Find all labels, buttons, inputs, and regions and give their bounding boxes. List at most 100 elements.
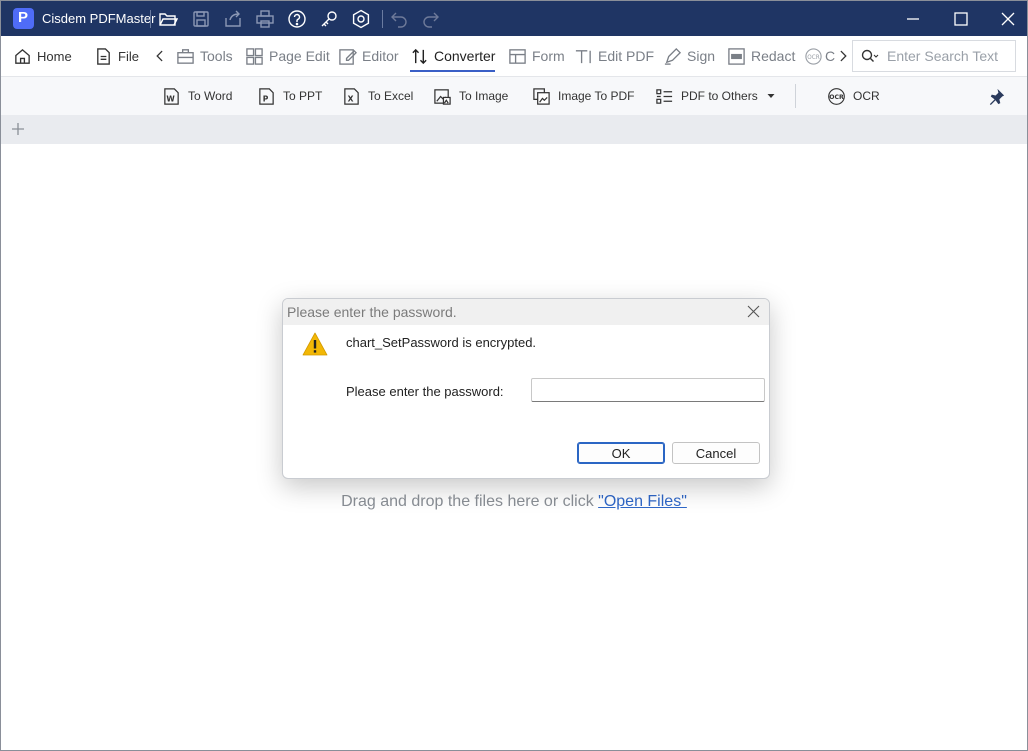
pin-toolbar-button[interactable] bbox=[987, 77, 1006, 115]
password-input[interactable] bbox=[531, 378, 765, 402]
tab-edit-pdf-label: Edit PDF bbox=[598, 48, 655, 64]
document-tab-strip bbox=[1, 115, 1027, 144]
toolbar-separator bbox=[795, 84, 796, 108]
dialog-close-icon[interactable] bbox=[746, 304, 761, 319]
to-excel-label: To Excel bbox=[368, 89, 414, 103]
tab-page-edit-label: Page Edit bbox=[269, 48, 330, 64]
dialog-header: Please enter the password. bbox=[283, 299, 769, 325]
svg-text:P: P bbox=[263, 94, 269, 103]
open-files-link[interactable]: "Open Files" bbox=[598, 493, 687, 510]
signature-pen-icon bbox=[664, 47, 682, 65]
print-icon[interactable] bbox=[255, 9, 275, 29]
to-image-label: To Image bbox=[459, 89, 509, 103]
tab-converter[interactable]: Converter bbox=[410, 36, 496, 76]
app-logo-letter: P bbox=[18, 9, 29, 26]
ocr-icon: OCR bbox=[828, 87, 845, 105]
to-ppt-label: To PPT bbox=[283, 89, 323, 103]
tab-redact[interactable]: Redact bbox=[727, 36, 795, 76]
home-icon bbox=[15, 48, 30, 64]
maximize-icon[interactable] bbox=[951, 9, 971, 29]
app-logo: P bbox=[13, 8, 34, 29]
to-word-label: To Word bbox=[188, 89, 233, 103]
tab-tools[interactable]: Tools bbox=[176, 36, 233, 76]
undo-icon[interactable] bbox=[390, 9, 410, 29]
app-window: P Cisdem PDFMaster Home File Tools Page … bbox=[0, 0, 1028, 751]
tab-converter-label: Converter bbox=[434, 48, 496, 64]
ok-button[interactable]: OK bbox=[577, 442, 665, 464]
list-icon bbox=[656, 88, 673, 104]
dialog-title: Please enter the password. bbox=[287, 304, 457, 320]
add-tab-icon[interactable] bbox=[10, 121, 26, 137]
search-input[interactable] bbox=[887, 46, 1009, 66]
to-excel-button[interactable]: X To Excel bbox=[342, 77, 413, 115]
close-icon[interactable] bbox=[998, 9, 1018, 29]
tab-file-label: File bbox=[118, 48, 139, 64]
edit-pencil-icon bbox=[339, 48, 357, 65]
password-dialog: Please enter the password. chart_SetPass… bbox=[282, 298, 770, 479]
dropdown-caret-icon bbox=[767, 94, 775, 98]
page-grid-icon bbox=[246, 47, 263, 65]
tab-editor-label: Editor bbox=[362, 48, 399, 64]
tab-file[interactable]: File bbox=[94, 36, 139, 76]
save-icon[interactable] bbox=[191, 9, 211, 29]
tab-redact-label: Redact bbox=[751, 48, 796, 64]
images-to-pdf-icon bbox=[533, 87, 550, 105]
tab-edit-pdf[interactable]: Edit PDF bbox=[574, 36, 654, 76]
tab-sign-label: Sign bbox=[687, 48, 716, 64]
cancel-button[interactable]: Cancel bbox=[672, 442, 760, 464]
tab-ocr-partial[interactable]: OCR C bbox=[804, 36, 835, 76]
settings-icon[interactable] bbox=[351, 9, 371, 29]
tab-form[interactable]: Form bbox=[508, 36, 565, 76]
excel-doc-icon: X bbox=[344, 87, 359, 105]
toolbox-icon bbox=[177, 48, 194, 64]
drop-zone-message: Drag and drop the files here or click "O… bbox=[1, 493, 1027, 511]
ppt-doc-icon: P bbox=[259, 87, 274, 105]
minimize-icon[interactable] bbox=[903, 9, 923, 29]
key-icon[interactable] bbox=[319, 9, 339, 29]
text-cursor-icon bbox=[575, 49, 591, 63]
image-doc-icon bbox=[434, 88, 451, 105]
title-separator-2 bbox=[382, 10, 383, 28]
help-icon[interactable] bbox=[287, 9, 307, 29]
svg-text:OCR: OCR bbox=[807, 54, 819, 60]
image-to-pdf-label: Image To PDF bbox=[558, 89, 635, 103]
image-to-pdf-button[interactable]: Image To PDF bbox=[532, 77, 634, 115]
menu-bar: Home File Tools Page Edit Editor Convert… bbox=[1, 36, 1027, 77]
chevron-left-icon bbox=[156, 50, 163, 62]
ocr-button[interactable]: OCR OCR bbox=[827, 77, 880, 115]
to-ppt-button[interactable]: P To PPT bbox=[257, 77, 322, 115]
file-icon bbox=[97, 47, 110, 65]
scroll-left-button[interactable] bbox=[153, 36, 172, 76]
svg-text:OCR: OCR bbox=[829, 93, 844, 100]
pin-icon bbox=[989, 88, 1005, 105]
to-word-button[interactable]: W To Word bbox=[162, 77, 232, 115]
ocr-label: OCR bbox=[853, 89, 880, 103]
drop-zone-text: Drag and drop the files here or click bbox=[341, 493, 599, 510]
tab-page-edit[interactable]: Page Edit bbox=[245, 36, 330, 76]
svg-text:X: X bbox=[348, 94, 354, 103]
converter-toolbar: W To Word P To PPT X To Excel To Image I… bbox=[1, 77, 1027, 115]
tab-sign[interactable]: Sign bbox=[663, 36, 715, 76]
title-separator bbox=[150, 10, 151, 28]
pdf-to-others-dropdown[interactable]: PDF to Others bbox=[655, 77, 776, 115]
dialog-message: chart_SetPassword is encrypted. bbox=[346, 335, 537, 350]
tab-form-label: Form bbox=[532, 48, 565, 64]
pdf-to-others-label: PDF to Others bbox=[681, 89, 758, 103]
share-icon[interactable] bbox=[223, 9, 243, 29]
open-folder-icon[interactable] bbox=[158, 9, 179, 29]
redact-icon bbox=[728, 47, 745, 65]
word-doc-icon: W bbox=[164, 87, 179, 105]
ocr-icon: OCR bbox=[805, 47, 822, 65]
warning-icon bbox=[302, 332, 328, 356]
tab-editor[interactable]: Editor bbox=[338, 36, 399, 76]
convert-arrows-icon bbox=[412, 48, 427, 64]
tab-home[interactable]: Home bbox=[13, 36, 72, 76]
password-label: Please enter the password: bbox=[346, 384, 504, 399]
svg-text:W: W bbox=[166, 94, 175, 103]
redo-icon[interactable] bbox=[420, 9, 440, 29]
tab-tools-label: Tools bbox=[200, 48, 233, 64]
tab-home-label: Home bbox=[37, 48, 72, 64]
form-icon bbox=[509, 48, 526, 64]
to-image-button[interactable]: To Image bbox=[433, 77, 508, 115]
search-icon[interactable] bbox=[861, 48, 879, 64]
